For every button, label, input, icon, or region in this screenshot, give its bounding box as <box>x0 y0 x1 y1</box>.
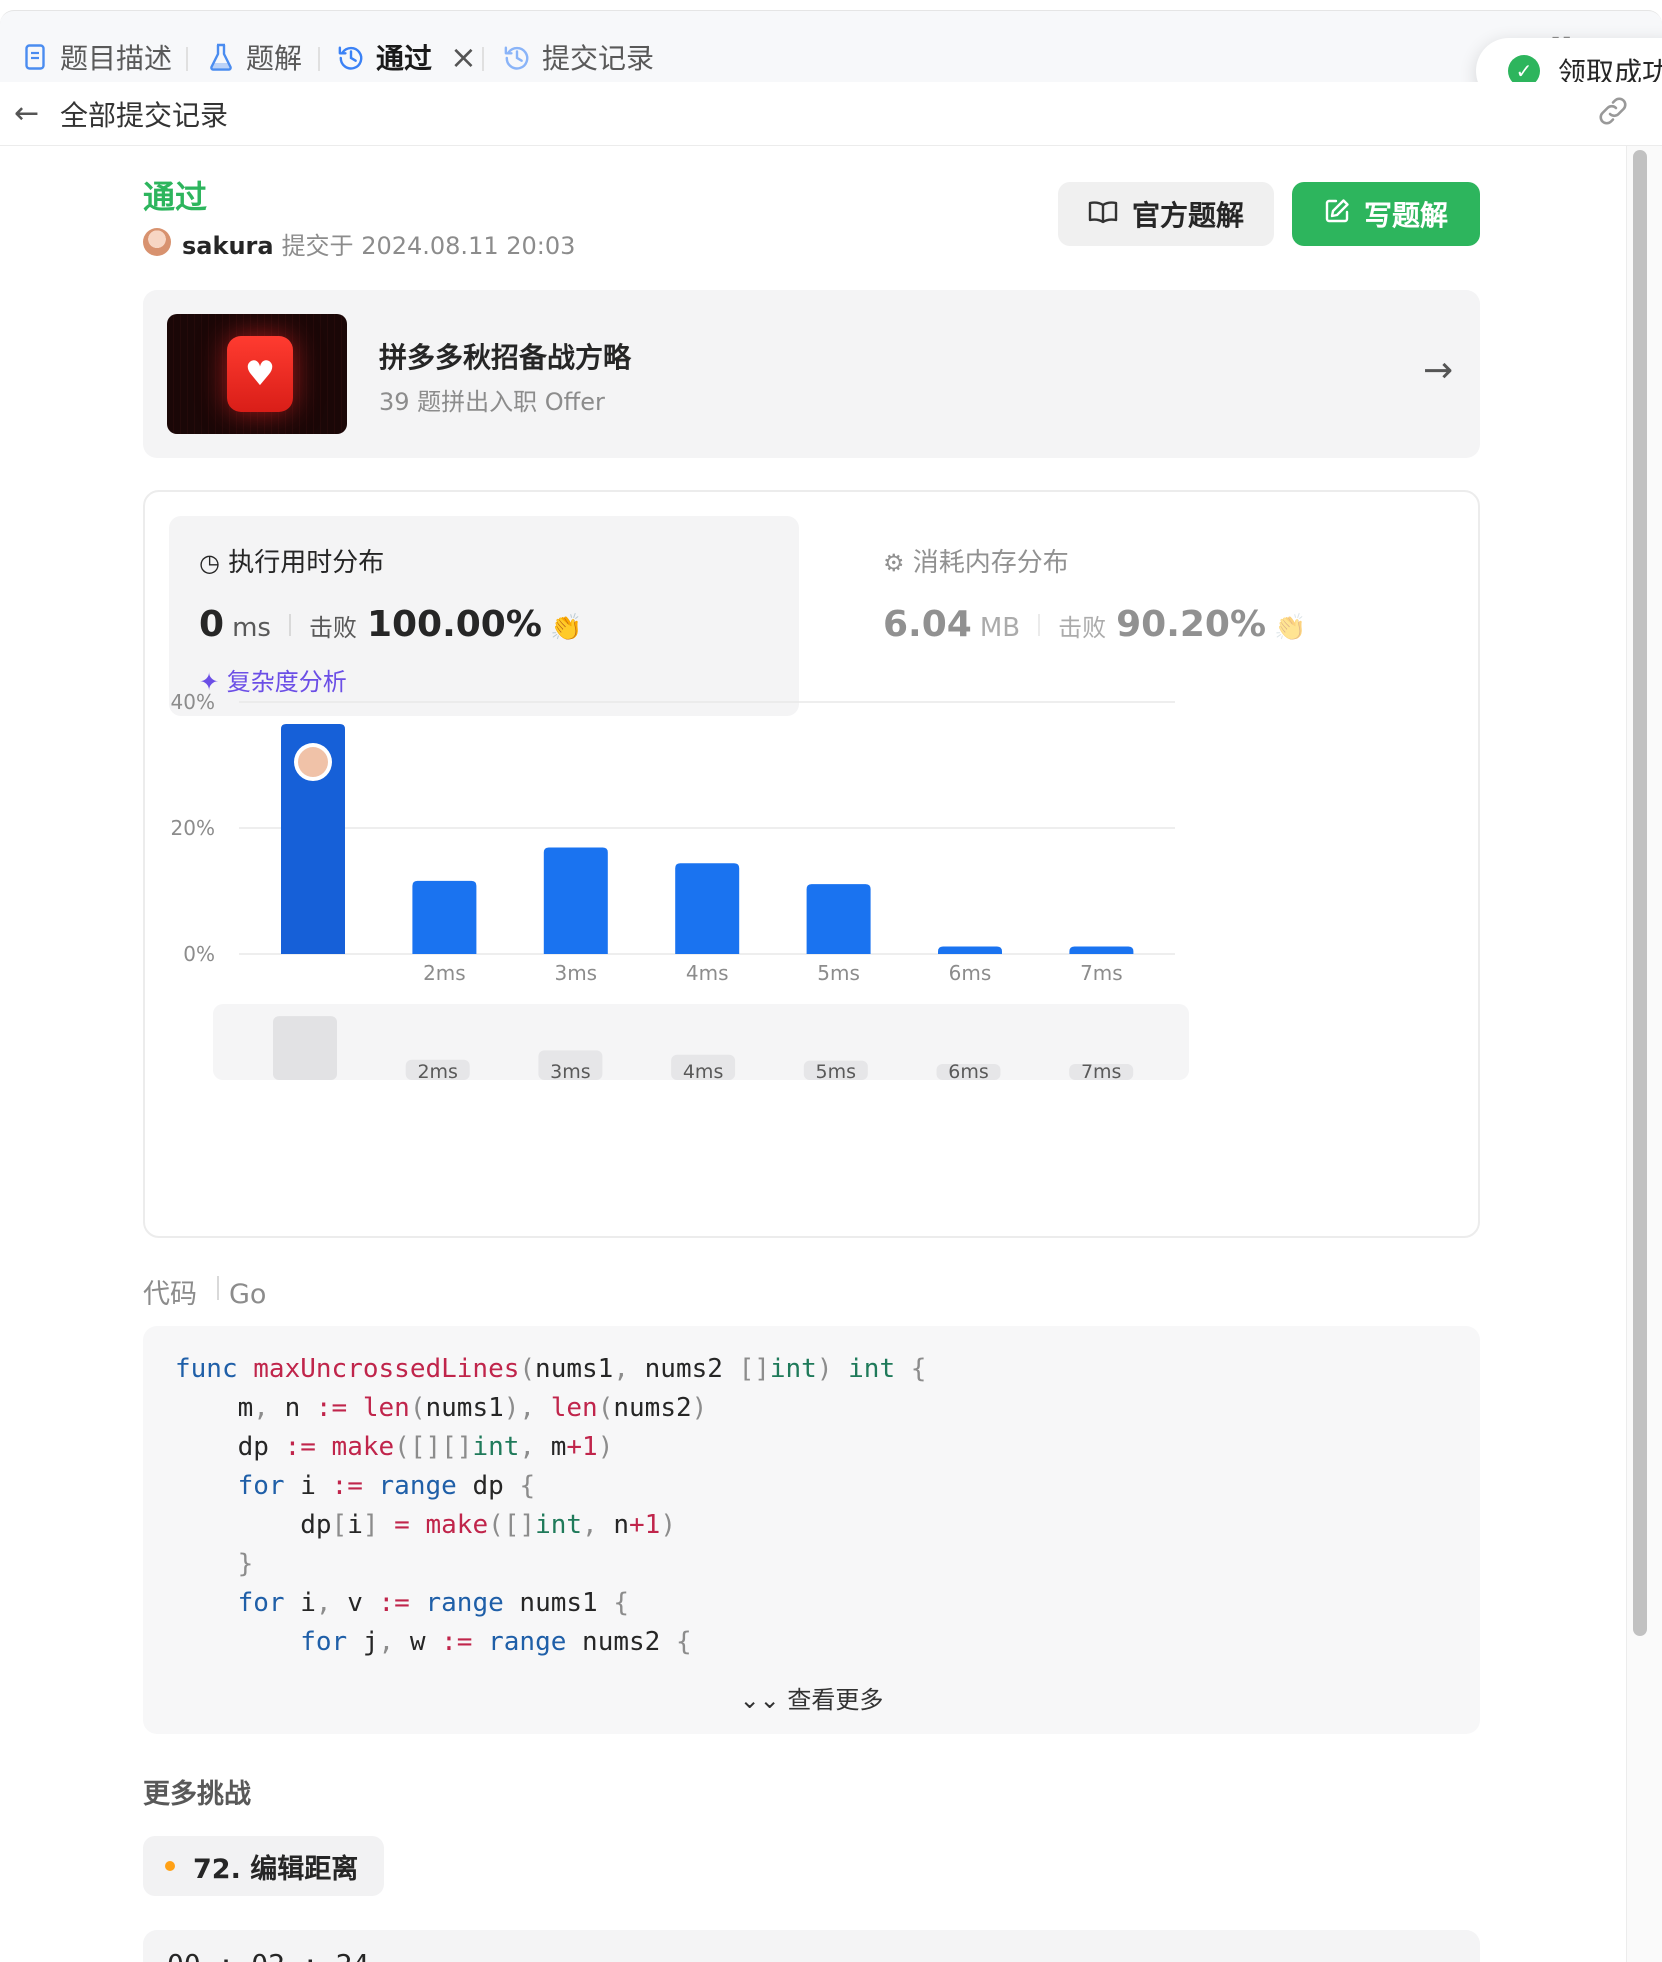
overview-label: 3ms <box>550 1061 591 1083</box>
edit-icon <box>1324 198 1350 231</box>
document-icon <box>22 42 48 72</box>
timer-bar: 00 : 02 : 24 <box>143 1930 1480 1962</box>
chart-bar <box>938 946 1002 954</box>
stats-card: ◷ 执行用时分布 0 ms 击败 100.00% 👏 ✦ 复杂度分析 ⚙ 消耗内… <box>143 490 1480 1238</box>
chart-bar <box>543 847 608 954</box>
x-tick-label: 5ms <box>817 961 860 985</box>
tab-label: 提交记录 <box>542 42 655 75</box>
overview-label: 6ms <box>948 1061 989 1083</box>
tab-description[interactable]: 题目描述 <box>22 37 172 77</box>
close-icon[interactable]: × <box>450 38 477 76</box>
banner-title: 拼多多秋招备战方略 <box>379 341 632 374</box>
x-tick-label: 7ms <box>1080 961 1123 985</box>
tab-divider <box>186 47 188 71</box>
arrow-right-icon: → <box>1423 350 1454 391</box>
history-icon <box>504 42 530 72</box>
x-tick-label: 6ms <box>949 961 992 985</box>
submitted-time: 提交于 2024.08.11 20:03 <box>281 232 576 260</box>
pinduoduo-logo: ♥ <box>227 336 293 412</box>
promo-banner[interactable]: ♥ 拼多多秋招备战方略 39 题拼出入职 Offer → <box>143 290 1480 458</box>
history-icon <box>338 42 364 72</box>
tab-label: 题目描述 <box>60 42 173 75</box>
chart-bar <box>675 863 740 954</box>
x-tick-label: 4ms <box>686 961 729 985</box>
tab-label: 通过 <box>376 42 433 75</box>
y-tick-label: 0% <box>183 942 215 966</box>
official-solution-button[interactable]: 官方题解 <box>1058 182 1274 246</box>
y-tick-label: 40% <box>171 690 215 714</box>
overview-label: 2ms <box>417 1061 458 1083</box>
banner-subtitle: 39 题拼出入职 Offer <box>379 388 605 416</box>
challenge-label: 72. 编辑距离 <box>193 1853 359 1885</box>
divider <box>217 1276 219 1300</box>
overview-label: 4ms <box>683 1061 724 1083</box>
flask-icon <box>208 42 234 72</box>
code-label: 代码 Go <box>143 1272 266 1311</box>
x-tick-label: 2ms <box>423 961 466 985</box>
chart-bar <box>806 884 871 954</box>
challenge-item[interactable]: 72. 编辑距离 <box>143 1836 385 1896</box>
more-challenges-title: 更多挑战 <box>143 1779 251 1810</box>
code-block[interactable]: func maxUncrossedLines(nums1, nums2 []in… <box>143 1326 1480 1734</box>
sub-header: ← 全部提交记录 <box>0 82 1662 146</box>
y-tick-label: 20% <box>171 816 215 840</box>
timer-text: 00 : 02 : 24 <box>167 1948 369 1962</box>
write-solution-label: 写题解 <box>1363 199 1448 232</box>
code-text: func maxUncrossedLines(nums1, nums2 []in… <box>175 1354 927 1657</box>
overview-bar <box>273 1016 337 1080</box>
tab-divider <box>482 47 484 71</box>
tab-submissions[interactable]: 提交记录 <box>504 37 654 77</box>
show-more-label: 查看更多 <box>787 1686 884 1714</box>
tab-bar: 题目描述 题解 通过 × 提交记录 ⛶ <box>0 10 1662 82</box>
avatar-marker-image <box>298 747 328 778</box>
chevrons-down-icon: ⌄⌄ <box>739 1686 780 1714</box>
submission-status: 通过 <box>143 178 208 216</box>
link-icon[interactable] <box>1596 96 1630 134</box>
code-label-text: 代码 <box>143 1279 197 1310</box>
difficulty-dot <box>165 1861 175 1871</box>
chart-bar <box>1069 946 1134 954</box>
overview-label: 5ms <box>816 1061 857 1083</box>
banner-image: ♥ <box>167 314 347 434</box>
arrow-left-icon[interactable]: ← <box>14 96 39 131</box>
code-language: Go <box>229 1279 267 1310</box>
show-more-button[interactable]: ⌄⌄ 查看更多 <box>143 1680 1480 1715</box>
overview-label: 7ms <box>1081 1061 1122 1083</box>
tab-accepted[interactable]: 通过 × <box>338 37 477 77</box>
official-solution-label: 官方题解 <box>1131 199 1244 232</box>
avatar <box>143 228 171 256</box>
book-icon <box>1088 198 1118 231</box>
chart-bar <box>412 880 477 954</box>
x-tick-label: 3ms <box>554 961 597 985</box>
tab-label: 题解 <box>246 42 303 75</box>
write-solution-button[interactable]: 写题解 <box>1292 182 1480 246</box>
tab-solutions[interactable]: 题解 <box>208 37 302 77</box>
scrollbar-thumb[interactable] <box>1633 150 1647 1636</box>
back-link[interactable]: 全部提交记录 <box>60 94 228 134</box>
runtime-distribution-chart[interactable]: 0% 20% 40% 2ms 3ms 4ms 5ms 6ms 7ms 2ms 3ms 4ms 5ms 6m… <box>145 492 1482 1240</box>
submission-meta: sakura 提交于 2024.08.11 20:03 <box>182 226 575 261</box>
tab-divider <box>318 47 320 71</box>
username[interactable]: sakura <box>182 232 274 260</box>
